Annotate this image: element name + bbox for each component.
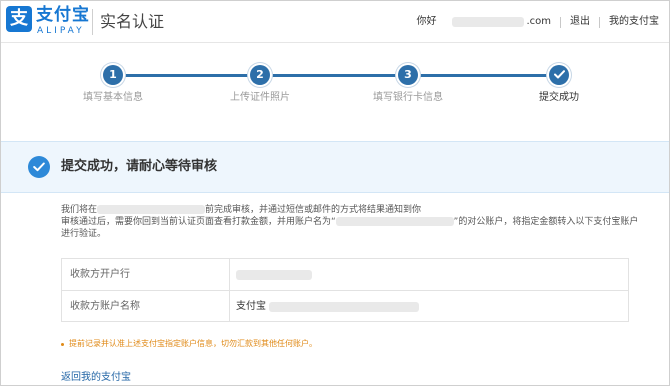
- progress-steps: 1 2 3 填写基本信息 上传证件照片 填写银行卡信息 提交成功: [1, 43, 669, 139]
- step-4-label: 提交成功: [539, 92, 579, 103]
- account-suffix: .com: [526, 16, 551, 27]
- masked-date: [97, 205, 206, 214]
- notice-line-1: 我们将在 前完成审核，并通过短信或邮件的方式将结果通知到你: [61, 204, 641, 216]
- step-3-badge: 3: [398, 65, 418, 85]
- masked-account-name-detail: [269, 301, 419, 312]
- nav-separator: [599, 16, 600, 28]
- payee-account-name-label: 收款方账户名称: [62, 291, 230, 322]
- nav-separator: [560, 16, 561, 28]
- notice-text: 审核通过后，需要你回到当前认证页面查看打款金额，并用账户名为“: [61, 217, 336, 227]
- warning-note: 提前记录并认准上述支付宝指定账户信息，切勿汇款到其他任何账户。: [61, 338, 317, 350]
- payee-info-table: 收款方开户行 收款方账户名称 支付宝: [61, 258, 629, 322]
- table-row: 收款方开户行: [62, 259, 628, 290]
- notice-text: 我们将在: [61, 205, 98, 215]
- masked-account-name: [452, 17, 525, 27]
- step-3-label: 填写银行卡信息: [373, 92, 443, 103]
- step-4-badge: [549, 65, 569, 85]
- step-connector: [123, 74, 250, 77]
- step-connector: [418, 74, 549, 77]
- step-2-badge: 2: [250, 65, 270, 85]
- step-1-badge: 1: [103, 65, 123, 85]
- alipay-logo[interactable]: 支 支付宝 ALIPAY: [6, 5, 92, 39]
- logout-link[interactable]: 退出: [570, 14, 590, 30]
- masked-bank-name: [236, 269, 312, 280]
- payee-account-name-value: 支付宝: [236, 291, 419, 322]
- warning-text: 提前记录并认准上述支付宝指定账户信息，切勿汇款到其他任何账户。: [69, 339, 317, 348]
- payee-bank-label: 收款方开户行: [62, 259, 230, 290]
- back-to-my-alipay-link[interactable]: 返回我的支付宝: [61, 371, 131, 385]
- review-notice: 我们将在 前完成审核，并通过短信或邮件的方式将结果通知到你 审核通过后，需要你回到…: [61, 204, 641, 240]
- greeting-text: 你好: [416, 16, 437, 27]
- payee-account-name-text: 支付宝: [236, 301, 266, 312]
- check-icon: [553, 70, 565, 79]
- page-frame: 支 支付宝 ALIPAY 实名认证 你好 .com 退出 我的支付宝 1 2 3…: [0, 0, 670, 386]
- success-banner: 提交成功，请耐心等待审核: [1, 141, 669, 193]
- masked-company-name: [335, 217, 454, 226]
- payee-bank-value: [236, 259, 312, 290]
- alipay-logo-icon: 支: [6, 6, 32, 32]
- user-nav: 你好 .com 退出 我的支付宝: [416, 14, 659, 30]
- bullet-icon: [61, 342, 64, 346]
- notice-line-2: 审核通过后，需要你回到当前认证页面查看打款金额，并用账户名为“ ”的对公账户，将指…: [61, 216, 641, 240]
- check-circle-icon: [28, 156, 50, 178]
- table-row: 收款方账户名称 支付宝: [62, 290, 628, 322]
- header-divider: [92, 9, 93, 35]
- step-1-label: 填写基本信息: [83, 92, 143, 103]
- page-title: 实名认证: [100, 12, 165, 31]
- logo-name: 支付宝: [36, 5, 90, 25]
- step-connector: [270, 74, 398, 77]
- logo-subtitle: ALIPAY: [37, 26, 85, 36]
- my-alipay-link[interactable]: 我的支付宝: [609, 14, 659, 30]
- banner-title: 提交成功，请耐心等待审核: [61, 159, 218, 174]
- top-header: 支 支付宝 ALIPAY 实名认证 你好 .com 退出 我的支付宝: [1, 1, 669, 43]
- notice-text: 前完成审核，并通过短信或邮件的方式将结果通知到你: [205, 205, 422, 215]
- step-2-label: 上传证件照片: [230, 92, 290, 103]
